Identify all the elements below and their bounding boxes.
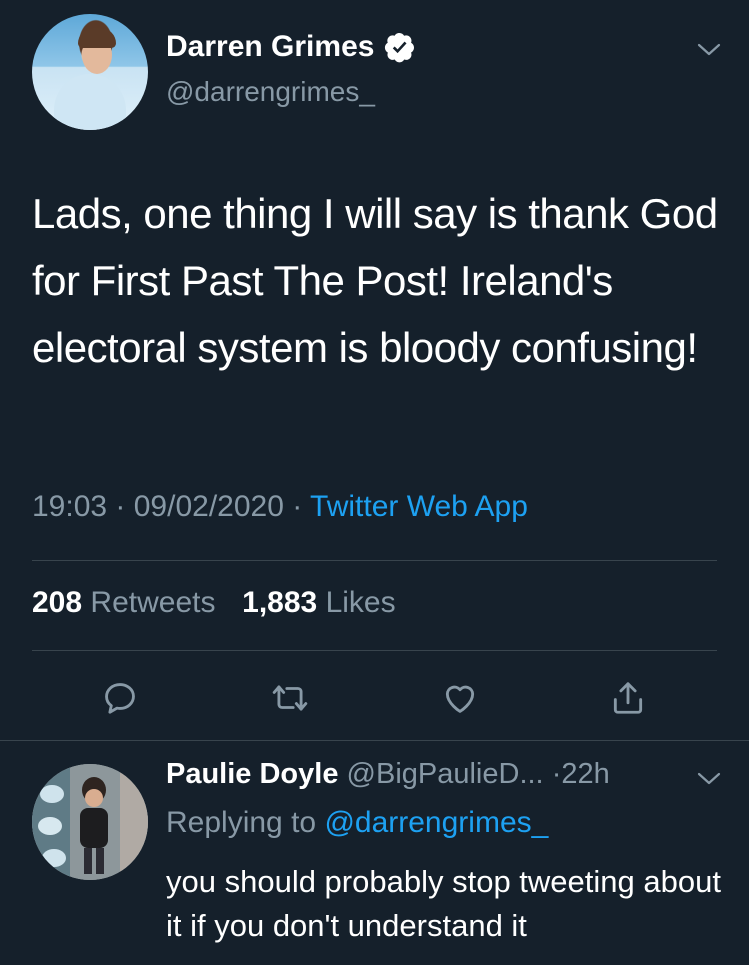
reply-header: Paulie Doyle @BigPaulieD... ·22h bbox=[166, 758, 610, 791]
author-name[interactable]: Darren Grimes bbox=[166, 30, 374, 64]
meta-separator: · bbox=[292, 490, 311, 523]
like-button[interactable] bbox=[438, 676, 482, 720]
replying-prefix: Replying to bbox=[166, 806, 317, 839]
reply-author-name[interactable]: Paulie Doyle bbox=[166, 758, 338, 790]
avatar-photo bbox=[32, 764, 148, 880]
reply-button[interactable] bbox=[98, 676, 142, 720]
divider bbox=[32, 650, 717, 651]
meta-separator: · bbox=[551, 758, 562, 790]
avatar-shirt bbox=[54, 74, 126, 130]
share-button[interactable] bbox=[606, 676, 650, 720]
author-name-row[interactable]: Darren Grimes bbox=[166, 30, 416, 64]
tweet-source[interactable]: Twitter Web App bbox=[310, 490, 528, 523]
avatar-hair bbox=[78, 28, 116, 48]
divider bbox=[0, 740, 749, 741]
chevron-down-icon[interactable] bbox=[697, 43, 721, 57]
chevron-down-icon[interactable] bbox=[697, 772, 721, 786]
retweets-count: 208 bbox=[32, 586, 83, 619]
replying-to-handle[interactable]: @darrengrimes_ bbox=[324, 806, 548, 839]
meta-separator: · bbox=[115, 490, 134, 523]
tweet-time[interactable]: 19:03 bbox=[32, 490, 107, 523]
divider bbox=[32, 560, 717, 561]
tweet-meta: 19:03 · 09/02/2020 · Twitter Web App bbox=[32, 490, 528, 524]
tweet-date[interactable]: 09/02/2020 bbox=[134, 490, 284, 523]
reply-author-handle[interactable]: @BigPaulieD... bbox=[347, 758, 544, 790]
likes-label: Likes bbox=[325, 586, 396, 619]
author-avatar[interactable] bbox=[32, 14, 148, 130]
reply-icon bbox=[105, 683, 135, 714]
likes-stat[interactable]: 1,883 Likes bbox=[242, 586, 395, 619]
retweets-label: Retweets bbox=[90, 586, 216, 619]
likes-count: 1,883 bbox=[242, 586, 318, 619]
reply-author-avatar[interactable] bbox=[32, 764, 148, 880]
reply-time[interactable]: 22h bbox=[561, 758, 609, 790]
share-icon bbox=[613, 682, 643, 714]
verified-badge-icon bbox=[385, 33, 415, 63]
author-handle[interactable]: @darrengrimes_ bbox=[166, 76, 375, 108]
heart-icon bbox=[445, 685, 475, 713]
tweet-text: Lads, one thing I will say is thank God … bbox=[32, 190, 718, 371]
tweet-stats: 208 Retweets 1,883 Likes bbox=[32, 586, 396, 620]
retweets-stat[interactable]: 208 Retweets bbox=[32, 586, 215, 619]
retweet-button[interactable] bbox=[268, 676, 312, 720]
reply-text: you should probably stop tweeting about … bbox=[166, 864, 721, 943]
retweet-icon bbox=[272, 685, 308, 711]
replying-to: Replying to @darrengrimes_ bbox=[166, 806, 548, 840]
